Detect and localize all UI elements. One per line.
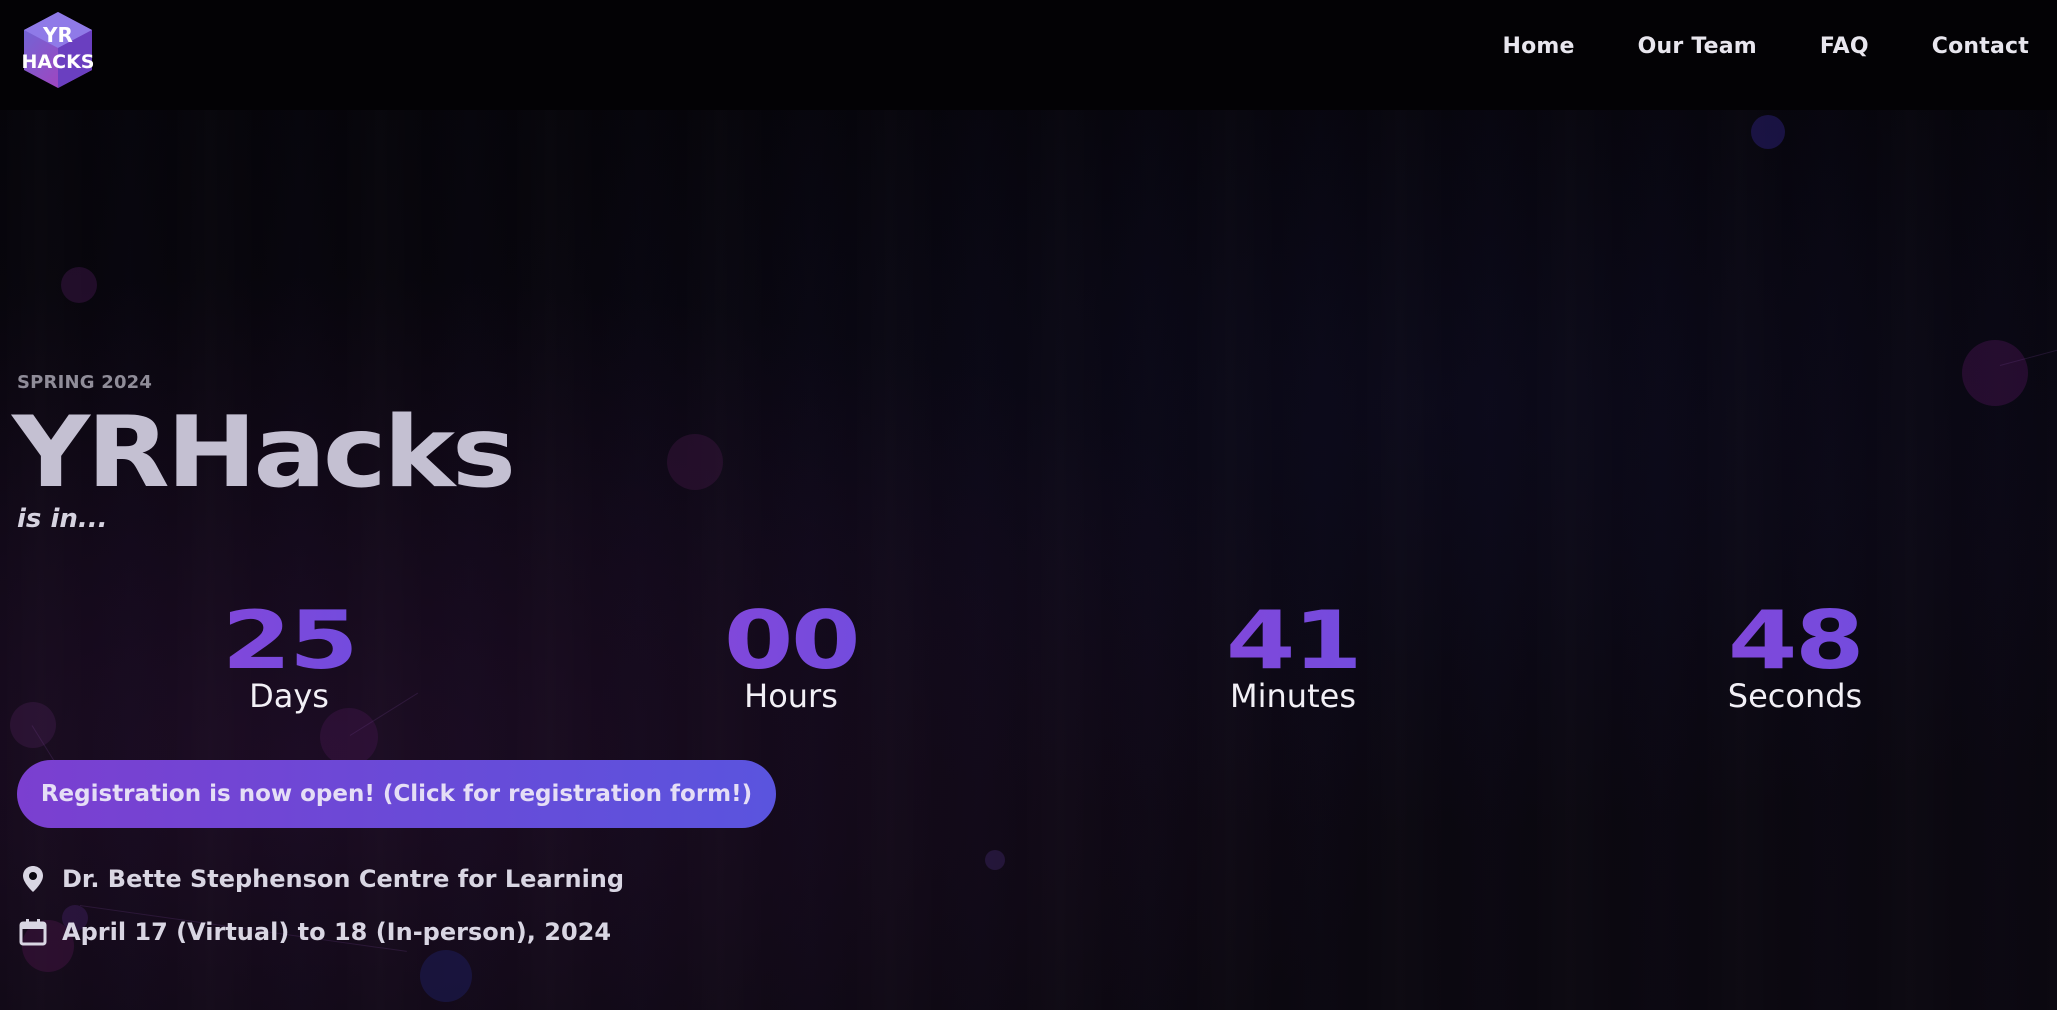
page-title: YRHacks <box>12 396 516 510</box>
bg-bubble <box>1962 340 2028 406</box>
event-location: Dr. Bette Stephenson Centre for Learning <box>18 864 624 894</box>
countdown-hours: 00 Hours <box>661 596 921 715</box>
bg-bubble <box>667 434 723 490</box>
location-pin-icon <box>18 864 48 894</box>
countdown-minutes-value: 41 <box>1131 596 1456 686</box>
event-season: SPRING 2024 <box>17 372 153 393</box>
bg-bubble <box>420 950 472 1002</box>
svg-text:HACKS: HACKS <box>22 51 95 73</box>
event-date-text: April 17 (Virtual) to 18 (In-person), 20… <box>62 918 612 946</box>
event-date: April 17 (Virtual) to 18 (In-person), 20… <box>18 917 611 947</box>
countdown-seconds-value: 48 <box>1633 596 1958 686</box>
bg-bubble <box>985 850 1005 870</box>
bg-bubble <box>1751 115 1785 149</box>
nav-contact-link[interactable]: Contact <box>1932 34 2029 59</box>
bg-bubble <box>61 267 97 303</box>
registration-button[interactable]: Registration is now open! (Click for reg… <box>17 760 776 828</box>
bg-web-line <box>1999 349 2057 366</box>
nav-faq-link[interactable]: FAQ <box>1820 34 1869 59</box>
calendar-icon <box>18 917 48 947</box>
site-header: YR HACKS Home Our Team FAQ Contact <box>0 0 2057 110</box>
nav-home-link[interactable]: Home <box>1502 34 1574 59</box>
countdown-minutes: 41 Minutes <box>1163 596 1423 715</box>
svg-text:YR: YR <box>42 23 73 47</box>
hero-subtitle: is in... <box>17 504 108 534</box>
countdown-hours-value: 00 <box>629 596 954 686</box>
countdown-seconds: 48 Seconds <box>1665 596 1925 715</box>
page: YR HACKS Home Our Team FAQ Contact SPRIN… <box>0 0 2057 1010</box>
nav-our-team-link[interactable]: Our Team <box>1638 34 1757 59</box>
countdown-timer: 25 Days 00 Hours 41 Minutes 48 Seconds <box>0 596 2057 726</box>
countdown-days: 25 Days <box>159 596 419 715</box>
main-nav: Home Our Team FAQ Contact <box>1439 34 2029 59</box>
yrhacks-logo-icon[interactable]: YR HACKS <box>18 8 98 90</box>
countdown-days-value: 25 <box>127 596 452 686</box>
event-location-text: Dr. Bette Stephenson Centre for Learning <box>62 865 625 893</box>
